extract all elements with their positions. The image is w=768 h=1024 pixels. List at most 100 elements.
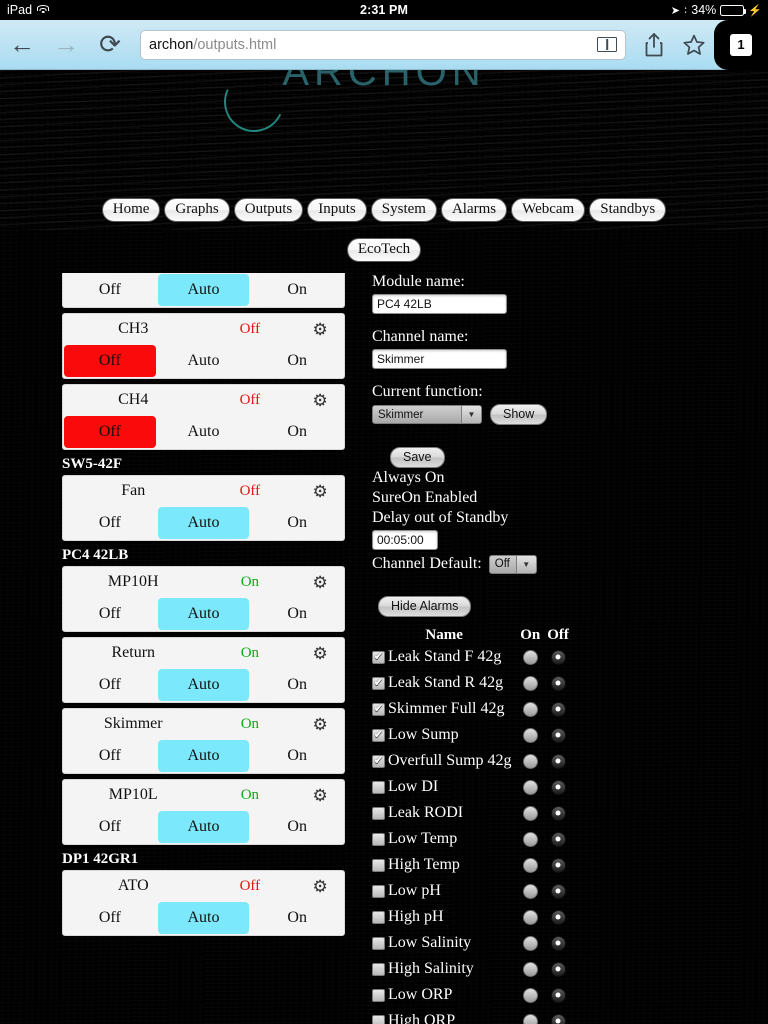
mode-button-off[interactable]: Off — [64, 507, 156, 539]
mode-button-on[interactable]: On — [251, 669, 343, 701]
alarm-enable-checkbox[interactable] — [372, 884, 385, 898]
reader-view-icon[interactable] — [597, 37, 617, 52]
reload-icon[interactable]: ⟳ — [88, 23, 132, 67]
back-arrow-icon[interactable]: ← — [0, 23, 44, 67]
nav-item-system[interactable]: System — [370, 198, 437, 222]
alarm-enable-checkbox[interactable] — [372, 780, 385, 794]
alarm-radio-on[interactable] — [522, 727, 538, 743]
alarm-radio-off[interactable] — [550, 675, 566, 691]
gear-icon[interactable]: ⚙ — [296, 392, 344, 409]
gear-icon[interactable]: ⚙ — [296, 321, 344, 338]
alarm-radio-on[interactable] — [522, 779, 538, 795]
alarm-radio-on[interactable] — [522, 805, 538, 821]
alarm-radio-off[interactable] — [550, 935, 566, 951]
mode-button-off[interactable]: Off — [64, 345, 156, 377]
mode-button-off[interactable]: Off — [64, 416, 156, 448]
alarm-radio-off[interactable] — [550, 727, 566, 743]
hide-alarms-button[interactable]: Hide Alarms — [378, 596, 472, 617]
gear-icon[interactable]: ⚙ — [296, 716, 344, 733]
mode-button-auto[interactable]: Auto — [158, 416, 250, 448]
alarm-radio-on[interactable] — [522, 831, 538, 847]
alarm-radio-off[interactable] — [550, 649, 566, 665]
alarm-radio-on[interactable] — [522, 935, 538, 951]
mode-button-auto[interactable]: Auto — [157, 811, 250, 843]
alarm-radio-off[interactable] — [550, 883, 566, 899]
mode-button-on[interactable]: On — [251, 811, 343, 843]
alarm-enable-checkbox[interactable] — [372, 675, 385, 690]
gear-icon[interactable]: ⚙ — [296, 483, 344, 500]
alarm-enable-checkbox[interactable] — [372, 910, 385, 924]
delay-value-input[interactable]: 00:05:00 — [372, 530, 438, 550]
alarm-enable-checkbox[interactable] — [372, 753, 385, 768]
nav-item-home[interactable]: Home — [101, 198, 161, 222]
save-button[interactable]: Save — [390, 447, 445, 468]
alarm-radio-on[interactable] — [522, 961, 538, 977]
alarm-enable-checkbox[interactable] — [372, 962, 385, 976]
alarm-enable-checkbox[interactable] — [372, 649, 385, 664]
nav-item-standbys[interactable]: Standbys — [589, 198, 667, 222]
alarm-radio-off[interactable] — [550, 701, 566, 717]
alarm-enable-checkbox[interactable] — [372, 988, 385, 1002]
forward-arrow-icon[interactable]: → — [44, 23, 88, 67]
mode-button-auto[interactable]: Auto — [158, 345, 250, 377]
nav-item-webcam[interactable]: Webcam — [511, 198, 586, 222]
alarm-radio-on[interactable] — [522, 909, 538, 925]
mode-button-off[interactable]: Off — [64, 902, 156, 934]
mode-button-off[interactable]: Off — [64, 274, 156, 306]
alarm-enable-checkbox[interactable] — [372, 727, 385, 742]
alarm-enable-checkbox[interactable] — [372, 701, 385, 716]
module-name-input[interactable]: PC4 42LB — [372, 294, 507, 314]
mode-button-auto[interactable]: Auto — [157, 507, 250, 539]
alarm-radio-off[interactable] — [550, 909, 566, 925]
mode-button-on[interactable]: On — [251, 507, 343, 539]
gear-icon[interactable]: ⚙ — [296, 878, 344, 895]
alarm-enable-checkbox[interactable] — [372, 936, 385, 950]
mode-button-off[interactable]: Off — [64, 669, 156, 701]
mode-button-on[interactable]: On — [251, 902, 343, 934]
alarm-radio-off[interactable] — [550, 831, 566, 847]
nav-item-alarms[interactable]: Alarms — [440, 198, 508, 222]
channel-default-select[interactable]: Off ▼ — [488, 554, 537, 574]
bookmark-star-icon[interactable] — [674, 23, 714, 67]
tab-count-button[interactable]: 1 — [714, 19, 768, 70]
nav-item-ecotech[interactable]: EcoTech — [346, 238, 422, 262]
alarm-radio-on[interactable] — [522, 753, 538, 769]
gear-icon[interactable]: ⚙ — [296, 645, 344, 662]
mode-button-on[interactable]: On — [251, 416, 343, 448]
alarm-radio-on[interactable] — [522, 675, 538, 691]
alarm-enable-checkbox[interactable] — [372, 806, 385, 820]
alarm-enable-checkbox[interactable] — [372, 832, 385, 846]
alarm-radio-on[interactable] — [522, 883, 538, 899]
alarm-radio-on[interactable] — [522, 987, 538, 1003]
share-icon[interactable] — [634, 23, 674, 67]
alarm-radio-off[interactable] — [550, 987, 566, 1003]
mode-button-off[interactable]: Off — [64, 740, 156, 772]
mode-button-auto[interactable]: Auto — [157, 902, 250, 934]
mode-button-on[interactable]: On — [251, 598, 343, 630]
gear-icon[interactable]: ⚙ — [296, 787, 344, 804]
mode-button-auto[interactable]: Auto — [157, 669, 250, 701]
alarm-radio-off[interactable] — [550, 753, 566, 769]
mode-button-on[interactable]: On — [251, 345, 343, 377]
nav-item-inputs[interactable]: Inputs — [307, 198, 367, 222]
gear-icon[interactable]: ⚙ — [296, 574, 344, 591]
mode-button-off[interactable]: Off — [64, 811, 156, 843]
alarm-radio-off[interactable] — [550, 1013, 566, 1024]
mode-button-on[interactable]: On — [251, 740, 343, 772]
address-bar[interactable]: archon/outputs.html — [140, 29, 626, 60]
channel-name-input[interactable]: Skimmer — [372, 349, 507, 369]
show-button[interactable]: Show — [490, 404, 548, 425]
mode-button-auto[interactable]: Auto — [157, 598, 250, 630]
alarm-radio-on[interactable] — [522, 1013, 538, 1024]
nav-item-outputs[interactable]: Outputs — [233, 198, 304, 222]
mode-button-on[interactable]: On — [251, 274, 343, 306]
alarm-radio-on[interactable] — [522, 857, 538, 873]
mode-button-auto[interactable]: Auto — [157, 274, 250, 306]
alarm-radio-off[interactable] — [550, 857, 566, 873]
mode-button-auto[interactable]: Auto — [157, 740, 250, 772]
alarm-radio-on[interactable] — [522, 649, 538, 665]
alarm-enable-checkbox[interactable] — [372, 1014, 385, 1024]
mode-button-off[interactable]: Off — [64, 598, 156, 630]
alarm-radio-off[interactable] — [550, 961, 566, 977]
alarm-radio-off[interactable] — [550, 805, 566, 821]
